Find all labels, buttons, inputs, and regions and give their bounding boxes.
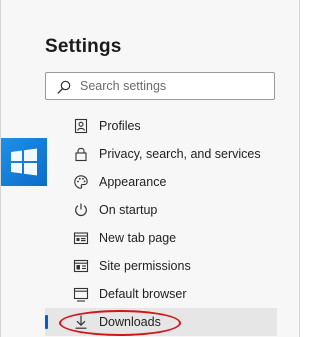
- power-icon: [75, 203, 87, 216]
- nav-item-label: New tab page: [99, 231, 177, 245]
- search-icon: [57, 80, 71, 94]
- nav-item-appearance[interactable]: Appearance: [45, 168, 277, 196]
- nav-item-default-browser[interactable]: Default browser: [45, 280, 277, 308]
- settings-nav: Profiles Privacy, search, and services A…: [45, 112, 277, 336]
- search-input[interactable]: [80, 77, 265, 95]
- nav-item-privacy[interactable]: Privacy, search, and services: [45, 140, 277, 168]
- nav-item-label: Profiles: [99, 119, 141, 133]
- settings-panel: Settings Profiles Privacy, search, and s…: [0, 0, 300, 337]
- palette-icon: [74, 175, 88, 189]
- new-tab-icon: [73, 232, 89, 245]
- nav-item-label: Appearance: [99, 175, 167, 189]
- windows-logo-icon: [1, 138, 47, 186]
- nav-item-on-startup[interactable]: On startup: [45, 196, 277, 224]
- nav-item-label: Privacy, search, and services: [99, 147, 261, 161]
- site-permissions-icon: [73, 259, 89, 273]
- nav-item-label: Default browser: [99, 287, 187, 301]
- nav-item-label: Site permissions: [99, 259, 191, 273]
- nav-item-downloads[interactable]: Downloads: [45, 308, 277, 336]
- download-icon: [75, 315, 87, 329]
- nav-item-label: Downloads: [99, 315, 161, 329]
- nav-item-site-permissions[interactable]: Site permissions: [45, 252, 277, 280]
- nav-item-profiles[interactable]: Profiles: [45, 112, 277, 140]
- nav-item-label: On startup: [99, 203, 158, 217]
- default-browser-icon: [73, 287, 89, 302]
- profile-icon: [74, 118, 88, 134]
- search-box[interactable]: [45, 72, 275, 100]
- nav-item-new-tab-page[interactable]: New tab page: [45, 224, 277, 252]
- lock-icon: [75, 147, 87, 162]
- page-title: Settings: [45, 36, 122, 57]
